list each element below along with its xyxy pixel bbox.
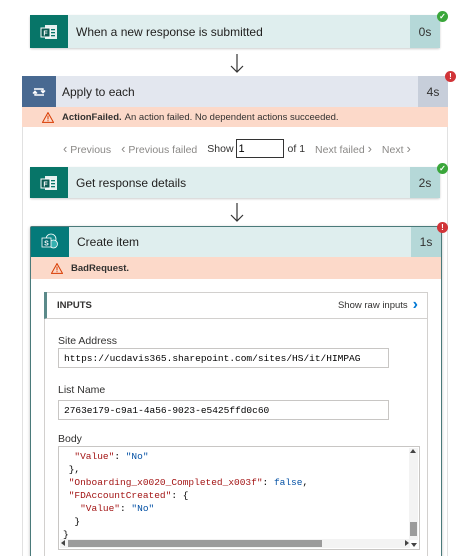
list-name-field: 2763e179-c9a1-4a56-9023-e5425ffd0c60 xyxy=(58,400,389,420)
body-code-line: } xyxy=(63,516,81,527)
previous-button[interactable]: ‹ Previous xyxy=(63,141,111,156)
svg-text:S: S xyxy=(44,240,49,247)
error-message: An action failed. No dependent actions s… xyxy=(124,111,339,123)
error-icon: ! xyxy=(445,71,456,82)
svg-text:F: F xyxy=(43,181,48,188)
chevron-left-icon: ‹ xyxy=(63,141,68,156)
get-details-title: Get response details xyxy=(76,175,187,190)
scroll-right-icon[interactable] xyxy=(405,540,409,546)
warning-icon xyxy=(51,262,63,274)
body-code-line: }, xyxy=(63,464,81,475)
success-icon: ✓ xyxy=(437,11,448,22)
show-raw-inputs-button[interactable]: Show raw inputs › xyxy=(338,297,428,313)
body-field: "Value": "No" }, "Onboarding_x0020_Compl… xyxy=(58,446,420,550)
body-label: Body xyxy=(58,433,82,445)
site-address-label: Site Address xyxy=(58,335,117,347)
site-address-field: https://ucdavis365.sharepoint.com/sites/… xyxy=(58,348,389,368)
create-item-title: Create item xyxy=(77,235,140,249)
sharepoint-icon: S xyxy=(31,227,69,257)
scroll-up-icon[interactable] xyxy=(410,449,416,453)
warning-icon xyxy=(42,111,54,123)
chevron-left-icon: ‹ xyxy=(121,141,126,156)
get-details-duration: 2s xyxy=(410,167,440,198)
trigger-title: When a new response is submitted xyxy=(76,24,263,39)
forms-icon: F xyxy=(30,167,68,198)
scroll-left-icon[interactable] xyxy=(61,540,65,546)
show-label: Show xyxy=(207,142,234,155)
error-code: ActionFailed. xyxy=(62,111,122,123)
body-code-line: "Value": "No" xyxy=(63,503,155,514)
iteration-pager: ‹ Previous ‹ Previous failed Show of 1 N… xyxy=(63,139,411,158)
of-label: of 1 xyxy=(287,142,306,155)
apply-each-error-bar: ActionFailed. An action failed. No depen… xyxy=(22,107,448,127)
next-failed-button[interactable]: Next failed › xyxy=(315,141,372,156)
svg-text:F: F xyxy=(43,30,48,37)
error-code: BadRequest. xyxy=(71,262,130,274)
scroll-down-icon[interactable] xyxy=(411,543,417,547)
horizontal-scrollbar[interactable] xyxy=(60,539,410,548)
inputs-header: INPUTS Show raw inputs › xyxy=(44,292,428,319)
get-details-card[interactable]: F Get response details 2s xyxy=(30,167,440,198)
apply-each-title: Apply to each xyxy=(62,84,135,99)
next-button[interactable]: Next › xyxy=(382,141,411,156)
apply-each-header[interactable]: Apply to each 4s xyxy=(22,76,448,107)
arrow-down-icon xyxy=(230,54,244,73)
body-code-line: "Value": "No" xyxy=(63,451,149,462)
body-code-line: "FDAccountCreated": { xyxy=(63,490,189,501)
create-item-duration: 1s xyxy=(411,227,441,257)
chevron-right-icon: › xyxy=(406,141,411,156)
iteration-input[interactable] xyxy=(235,139,284,158)
previous-failed-button[interactable]: ‹ Previous failed xyxy=(121,141,197,156)
vertical-scrollbar[interactable] xyxy=(409,448,418,540)
forms-icon: F xyxy=(30,15,68,48)
arrow-down-icon xyxy=(230,203,244,222)
create-item-error-bar: BadRequest. xyxy=(31,257,441,279)
chevron-right-icon: › xyxy=(412,296,418,313)
inputs-title: INPUTS xyxy=(57,299,92,311)
loop-icon xyxy=(22,76,56,107)
scrollbar-thumb[interactable] xyxy=(68,540,322,547)
scrollbar-thumb[interactable] xyxy=(410,522,417,536)
apply-each-duration: 4s xyxy=(418,76,448,107)
list-name-label: List Name xyxy=(58,384,106,396)
chevron-right-icon: › xyxy=(367,141,372,156)
trigger-card[interactable]: F When a new response is submitted 0s xyxy=(30,15,440,48)
body-code-line: "Onboarding_x0020_Completed_x003f": fals… xyxy=(63,477,309,488)
success-icon: ✓ xyxy=(437,163,448,174)
error-icon: ! xyxy=(437,222,448,233)
trigger-duration: 0s xyxy=(410,15,440,48)
create-item-header[interactable]: S Create item 1s xyxy=(31,227,441,257)
